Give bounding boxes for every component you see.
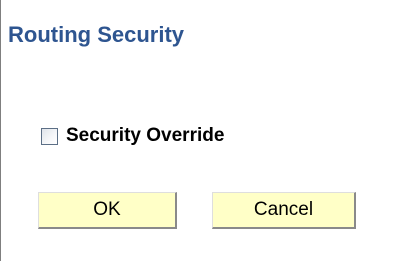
security-override-checkbox[interactable] <box>41 127 58 145</box>
dialog-left-border <box>0 0 1 261</box>
dialog-title: Routing Security <box>8 22 185 47</box>
security-override-label: Security Override <box>66 125 225 146</box>
cancel-button[interactable]: Cancel <box>212 192 356 229</box>
ok-button[interactable]: OK <box>38 192 177 229</box>
security-override-option[interactable]: Security Override <box>41 125 224 147</box>
